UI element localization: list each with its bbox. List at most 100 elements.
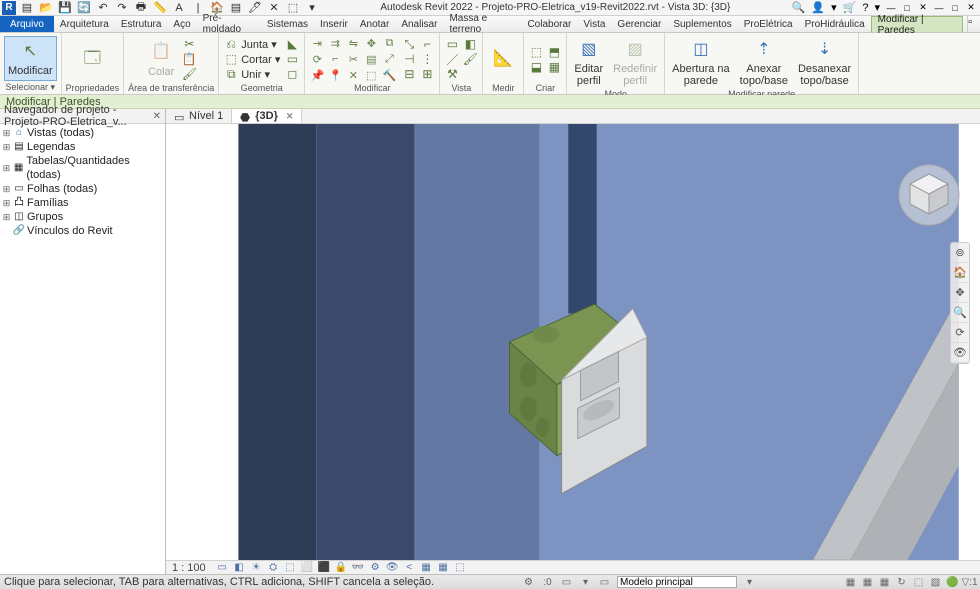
tab-modificar-paredes[interactable]: Modificar | Paredes xyxy=(871,16,963,32)
status-model-icon[interactable]: ▭ xyxy=(598,576,611,588)
nav-zoom-icon[interactable]: 🔍 xyxy=(951,303,969,323)
colar-button[interactable]: 📋 Colar xyxy=(145,38,177,81)
signin-dropdown-icon[interactable]: ▾ xyxy=(831,1,837,14)
rotate-icon[interactable]: ⟳ xyxy=(309,52,325,66)
offset-icon[interactable]: ⇉ xyxy=(327,36,343,50)
cart-icon[interactable]: 🛒 xyxy=(843,1,857,14)
abertura-button[interactable]: ◫ Abertura na parede xyxy=(669,35,732,89)
viewtab-close-icon[interactable]: ✕ xyxy=(286,111,294,122)
create1-icon[interactable]: ⬚ xyxy=(528,44,544,60)
geom-extra-1[interactable]: ◣ xyxy=(284,37,300,51)
tree-vinculos[interactable]: 🔗Vínculos do Revit xyxy=(0,224,165,238)
group-icon[interactable]: ⬚ xyxy=(363,68,379,82)
status-select2-icon[interactable]: ▦ xyxy=(861,576,874,588)
vc-shadow-icon[interactable]: ⛭ xyxy=(267,562,280,574)
tab-inserir[interactable]: Inserir xyxy=(314,16,354,32)
status-model-drop-icon[interactable]: ▾ xyxy=(743,576,756,588)
tab-aco[interactable]: Aço xyxy=(167,16,196,32)
vc-crop2-icon[interactable]: ⬛ xyxy=(318,562,331,574)
view-canvas[interactable]: ⊚ 🏠 ✥ 🔍 ⟳ 👁 xyxy=(166,124,980,560)
inner-close-button[interactable]: ✕ xyxy=(916,2,930,14)
tree-vistas[interactable]: ⊞⌂Vistas (todas) xyxy=(0,126,165,140)
help-dropdown-icon[interactable]: ▾ xyxy=(874,1,880,14)
trim2-icon[interactable]: ⊣ xyxy=(401,51,417,67)
close-button[interactable]: ✕ xyxy=(964,2,978,14)
tree-legendas[interactable]: ⊞▤Legendas xyxy=(0,140,165,154)
medir-button[interactable]: 📐 xyxy=(487,44,519,74)
create4-icon[interactable]: ▦ xyxy=(546,59,562,75)
create2-icon[interactable]: ⬒ xyxy=(546,44,562,60)
qat-menu-icon[interactable]: ▤ xyxy=(20,1,34,15)
help-icon[interactable]: ? xyxy=(862,2,868,14)
modificar-button[interactable]: ↖ Modificar xyxy=(4,36,57,81)
status-filter-icon[interactable]: ▽:1 xyxy=(963,576,976,588)
gap-icon[interactable]: ⊟ xyxy=(401,66,417,82)
cortar-button[interactable]: ⬚Cortar ▾ xyxy=(223,52,280,66)
vc-crop-icon[interactable]: ⬜ xyxy=(301,562,314,574)
inner-minimize-button[interactable]: — xyxy=(884,2,898,14)
qat-sync-icon[interactable]: 🔄 xyxy=(77,1,91,15)
vc-sun-icon[interactable]: ☀ xyxy=(250,562,263,574)
file-tab[interactable]: Arquivo xyxy=(0,16,54,32)
create3-icon[interactable]: ⬓ xyxy=(528,59,544,75)
vc-temp-icon[interactable]: ⚙ xyxy=(369,562,382,574)
linework-icon[interactable]: ／ xyxy=(444,51,460,67)
tree-tabelas[interactable]: ⊞▦Tabelas/Quantidades (todas) xyxy=(0,154,165,182)
search-icon[interactable]: 🔍 xyxy=(792,1,806,14)
redefinir-perfil-button[interactable]: ▨ Redefinir perfil xyxy=(610,35,660,89)
cut-button[interactable]: ✂ xyxy=(181,37,197,51)
split2-icon[interactable]: ⋮ xyxy=(419,51,435,67)
vc-constraints-icon[interactable]: < xyxy=(403,562,416,574)
tab-proeletrica[interactable]: ProElétrica xyxy=(738,16,799,32)
tab-massa[interactable]: Massa e terreno xyxy=(443,16,521,32)
vc-reveal-icon[interactable]: 👁 xyxy=(386,562,399,574)
status-wsdrop-icon[interactable]: ▾ xyxy=(579,576,592,588)
ribbon-collapse-icon[interactable]: ▫ xyxy=(967,16,980,32)
status-select6-icon[interactable]: ▧ xyxy=(929,576,942,588)
match-button[interactable]: 🖌 xyxy=(181,67,197,81)
paint-icon[interactable]: 🖌 xyxy=(462,51,478,67)
viewtab-3d[interactable]: ⬣ {3D} ✕ xyxy=(232,109,302,123)
anexar-button[interactable]: ⇡ Anexar topo/base xyxy=(737,35,791,89)
workset-input[interactable] xyxy=(617,576,737,588)
tab-prohidraulica[interactable]: ProHidráulica xyxy=(799,16,871,32)
qat-dropdown-icon[interactable]: ▾ xyxy=(305,1,319,15)
corner-icon[interactable]: ⌐ xyxy=(419,36,435,52)
tab-estrutura[interactable]: Estrutura xyxy=(115,16,168,32)
geom-extra-2[interactable]: ▭ xyxy=(284,52,300,66)
tab-arquitetura[interactable]: Arquitetura xyxy=(54,16,115,32)
tree-folhas[interactable]: ⊞▭Folhas (todas) xyxy=(0,182,165,196)
qat-open-icon[interactable]: 📂 xyxy=(39,1,53,15)
nav-home-icon[interactable]: 🏠 xyxy=(951,263,969,283)
vc-render-icon[interactable]: ⬚ xyxy=(284,562,297,574)
array-icon[interactable]: ▤ xyxy=(363,52,379,66)
unir-button[interactable]: ⧉Unir ▾ xyxy=(223,67,280,81)
qat-measure-icon[interactable]: 📏 xyxy=(153,1,167,15)
copy-button[interactable]: 📋 xyxy=(181,52,197,66)
nav-orbit-icon[interactable]: ⟳ xyxy=(951,323,969,343)
copy2-icon[interactable]: ⧉ xyxy=(381,36,397,50)
arrayc-icon[interactable]: ⊞ xyxy=(419,66,435,82)
demolish2-icon[interactable]: ⚒ xyxy=(444,66,460,82)
tab-gerenciar[interactable]: Gerenciar xyxy=(611,16,667,32)
tab-sistemas[interactable]: Sistemas xyxy=(261,16,314,32)
qat-close-icon[interactable]: ✕ xyxy=(267,1,281,15)
tab-suplementos[interactable]: Suplementos xyxy=(667,16,737,32)
qat-print-icon[interactable]: 🖶 xyxy=(134,1,148,15)
user-icon[interactable]: 👤 xyxy=(811,1,825,14)
status-gear-icon[interactable]: ⚙ xyxy=(522,576,535,588)
delete-icon[interactable]: ✕ xyxy=(345,68,361,82)
qat-redo-icon[interactable]: ↷ xyxy=(115,1,129,15)
status-select7-icon[interactable]: 🟢 xyxy=(946,576,959,588)
qat-switch-icon[interactable]: ⬚ xyxy=(286,1,300,15)
unpin-icon[interactable]: 📍 xyxy=(327,68,343,82)
tab-premoldado[interactable]: Pré-moldado xyxy=(197,16,261,32)
vc-style-icon[interactable]: ◧ xyxy=(233,562,246,574)
propriedades-button[interactable]: 🗔 xyxy=(76,44,108,74)
override-icon[interactable]: ◧ xyxy=(462,36,478,52)
browser-close-icon[interactable]: ✕ xyxy=(153,111,161,122)
maximize-button[interactable]: □ xyxy=(948,2,962,14)
editar-perfil-button[interactable]: ▧ Editar perfil xyxy=(571,35,606,89)
nav-pan-icon[interactable]: ✥ xyxy=(951,283,969,303)
status-select5-icon[interactable]: ⬚ xyxy=(912,576,925,588)
